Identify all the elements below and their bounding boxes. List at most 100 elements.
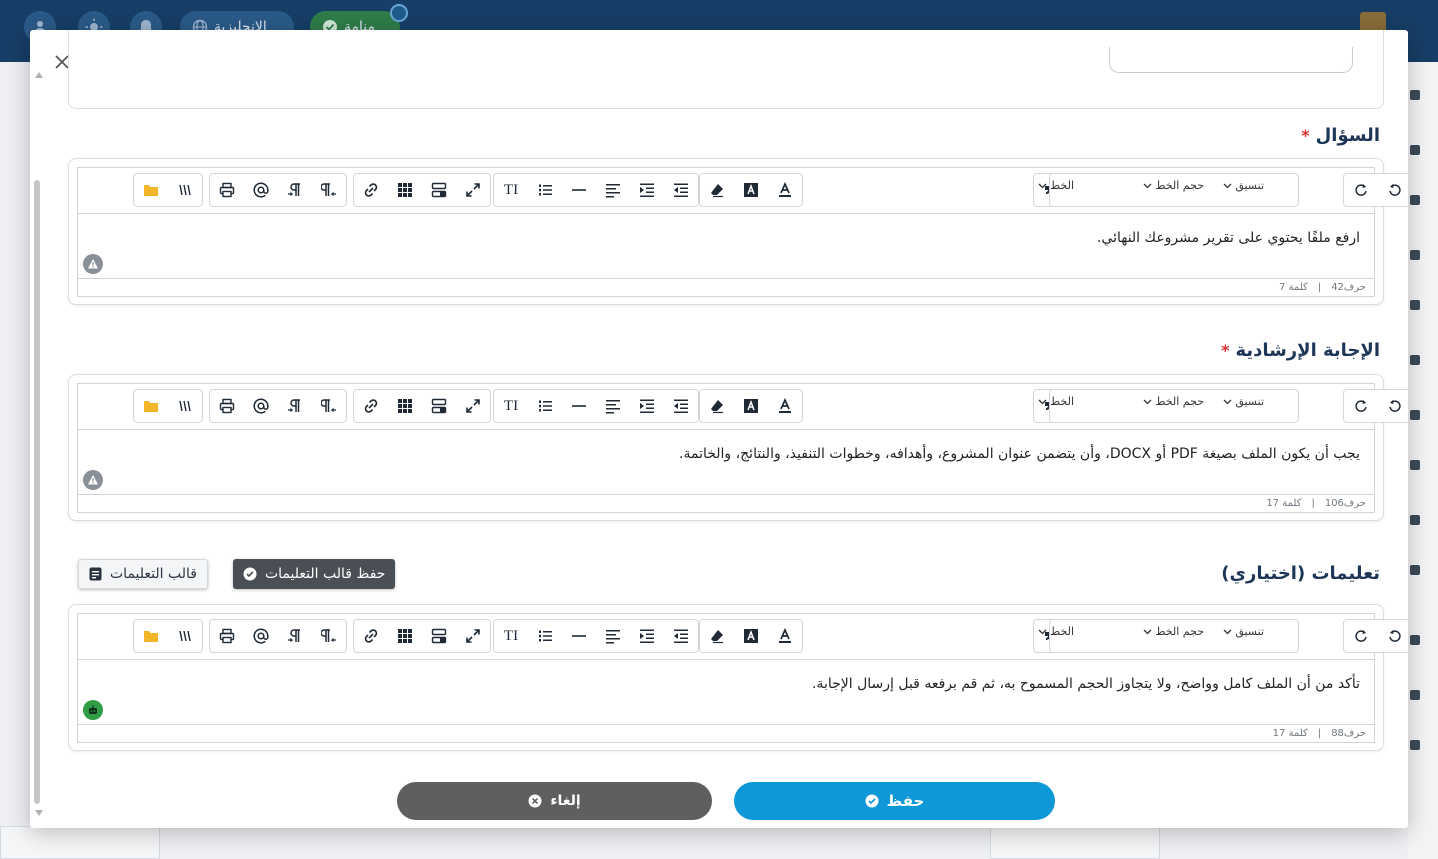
guidance-editor-body[interactable]: يجب أن يكون الملف بصيغة PDF أو DOCX، وأن… [78, 430, 1374, 494]
redo-button[interactable] [1344, 390, 1378, 422]
file-browser-icon [144, 631, 158, 642]
grammar-check-badge[interactable] [83, 470, 103, 490]
table-button[interactable] [388, 174, 422, 206]
format-select[interactable]: تنسيق [1223, 625, 1264, 638]
file-browser-button[interactable] [134, 620, 168, 652]
horizontal-rule-icon [572, 189, 586, 191]
redo-button[interactable] [1344, 174, 1378, 206]
preview-button[interactable] [168, 390, 202, 422]
rtl-button[interactable] [312, 620, 346, 652]
undo-button[interactable] [1378, 174, 1408, 206]
print-button[interactable] [210, 174, 244, 206]
format-select[interactable]: تنسيق [1223, 179, 1264, 192]
ltr-button[interactable] [278, 390, 312, 422]
table-button[interactable] [388, 390, 422, 422]
print-button[interactable] [210, 620, 244, 652]
print-button[interactable] [210, 390, 244, 422]
cancel-button[interactable]: إلغاء [397, 782, 712, 820]
template-button[interactable] [422, 620, 456, 652]
align-button[interactable] [596, 174, 630, 206]
indent-button[interactable] [630, 620, 664, 652]
ordered-list-button[interactable] [528, 390, 562, 422]
toolbar-group: TI [493, 389, 699, 423]
bg-icon-7 [1410, 410, 1420, 420]
previous-section-field[interactable] [1109, 47, 1353, 73]
font-family-select[interactable]: الخط [1038, 395, 1074, 408]
font-size-select[interactable]: حجم الخط [1143, 625, 1204, 638]
font-color-button[interactable] [768, 390, 802, 422]
font-size-button[interactable]: TI [494, 620, 528, 652]
grammar-check-badge[interactable] [83, 700, 103, 720]
unlink-button[interactable] [354, 620, 388, 652]
file-browser-button[interactable] [134, 390, 168, 422]
clear-format-button[interactable] [700, 620, 734, 652]
align-button[interactable] [596, 390, 630, 422]
redo-button[interactable] [1344, 620, 1378, 652]
guidance-text[interactable]: يجب أن يكون الملف بصيغة PDF أو DOCX، وأن… [679, 446, 1360, 462]
rtl-button[interactable] [312, 390, 346, 422]
clear-format-button[interactable] [700, 174, 734, 206]
word-count: كلمة 7 [1279, 282, 1308, 293]
font-size-button[interactable]: TI [494, 174, 528, 206]
mention-button[interactable] [244, 390, 278, 422]
indent-button[interactable] [630, 390, 664, 422]
ordered-list-button[interactable] [528, 620, 562, 652]
undo-button[interactable] [1378, 620, 1408, 652]
unlink-icon [364, 629, 378, 643]
horizontal-rule-button[interactable] [562, 174, 596, 206]
highlight-color-button[interactable] [734, 390, 768, 422]
outdent-button[interactable] [664, 620, 698, 652]
highlight-color-button[interactable] [734, 620, 768, 652]
clear-format-button[interactable] [700, 390, 734, 422]
scroll-up-arrow[interactable] [35, 72, 43, 78]
font-size-button[interactable]: TI [494, 390, 528, 422]
unlink-button[interactable] [354, 174, 388, 206]
preview-button[interactable] [168, 174, 202, 206]
template-button[interactable] [422, 390, 456, 422]
save-button[interactable]: حفظ [734, 782, 1055, 820]
fullscreen-button[interactable] [456, 620, 490, 652]
horizontal-rule-button[interactable] [562, 390, 596, 422]
file-browser-button[interactable] [134, 174, 168, 206]
instructions-editor-body[interactable]: تأكد من أن الملف كامل وواضح، ولا يتجاوز … [78, 660, 1374, 724]
scroll-down-arrow[interactable] [35, 810, 43, 816]
fullscreen-button[interactable] [456, 174, 490, 206]
mention-button[interactable] [244, 620, 278, 652]
font-color-icon [779, 182, 791, 197]
outdent-button[interactable] [664, 390, 698, 422]
rtl-button[interactable] [312, 174, 346, 206]
font-family-select[interactable]: الخط [1038, 179, 1074, 192]
question-text[interactable]: ارفع ملفًا يحتوي على تقرير مشروعك النهائ… [1097, 230, 1360, 246]
align-button[interactable] [596, 620, 630, 652]
horizontal-rule-icon [572, 635, 586, 637]
horizontal-rule-button[interactable] [562, 620, 596, 652]
warning-icon [88, 475, 98, 485]
font-color-button[interactable] [768, 174, 802, 206]
instructions-text[interactable]: تأكد من أن الملف كامل وواضح، ولا يتجاوز … [812, 676, 1360, 692]
font-size-select[interactable]: حجم الخط [1143, 395, 1204, 408]
font-family-select[interactable]: الخط [1038, 625, 1074, 638]
format-select[interactable]: تنسيق [1223, 395, 1264, 408]
preview-icon [179, 630, 191, 642]
highlight-color-button[interactable] [734, 174, 768, 206]
fullscreen-button[interactable] [456, 390, 490, 422]
font-size-select[interactable]: حجم الخط [1143, 179, 1204, 192]
indent-button[interactable] [630, 174, 664, 206]
question-editor-body[interactable]: ارفع ملفًا يحتوي على تقرير مشروعك النهائ… [78, 214, 1374, 278]
scrollbar-thumb[interactable] [34, 180, 40, 804]
ltr-button[interactable] [278, 620, 312, 652]
instructions-template-button[interactable]: قالب التعليمات [78, 559, 208, 589]
font-color-button[interactable] [768, 620, 802, 652]
ordered-list-button[interactable] [528, 174, 562, 206]
toolbar-group [1343, 173, 1408, 207]
preview-button[interactable] [168, 620, 202, 652]
template-button[interactable] [422, 174, 456, 206]
ltr-button[interactable] [278, 174, 312, 206]
unlink-button[interactable] [354, 390, 388, 422]
mention-button[interactable] [244, 174, 278, 206]
save-instructions-template-button[interactable]: حفظ قالب التعليمات [233, 559, 396, 589]
undo-button[interactable] [1378, 390, 1408, 422]
grammar-check-badge[interactable] [83, 254, 103, 274]
table-button[interactable] [388, 620, 422, 652]
outdent-button[interactable] [664, 174, 698, 206]
